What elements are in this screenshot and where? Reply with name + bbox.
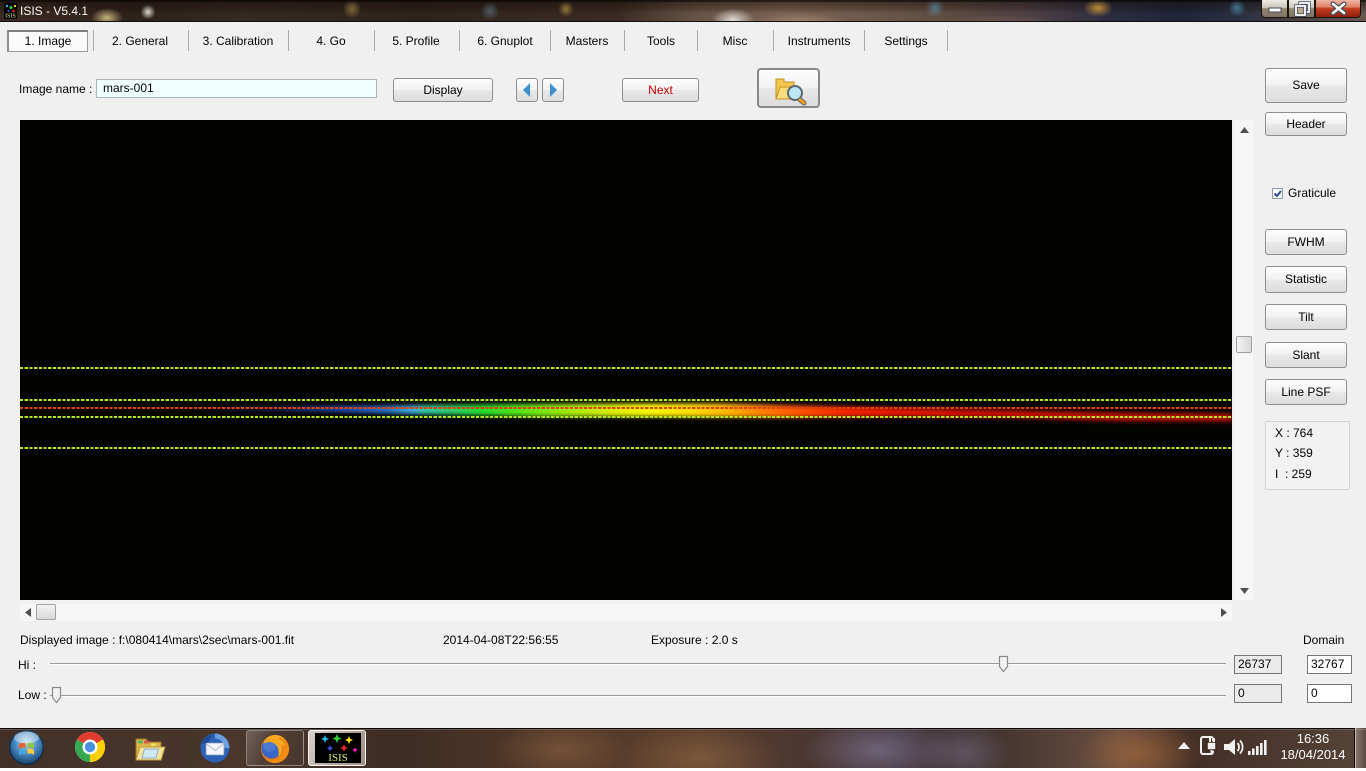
- svg-text:ISIS: ISIS: [5, 14, 16, 20]
- svg-text:ISIS: ISIS: [328, 752, 348, 763]
